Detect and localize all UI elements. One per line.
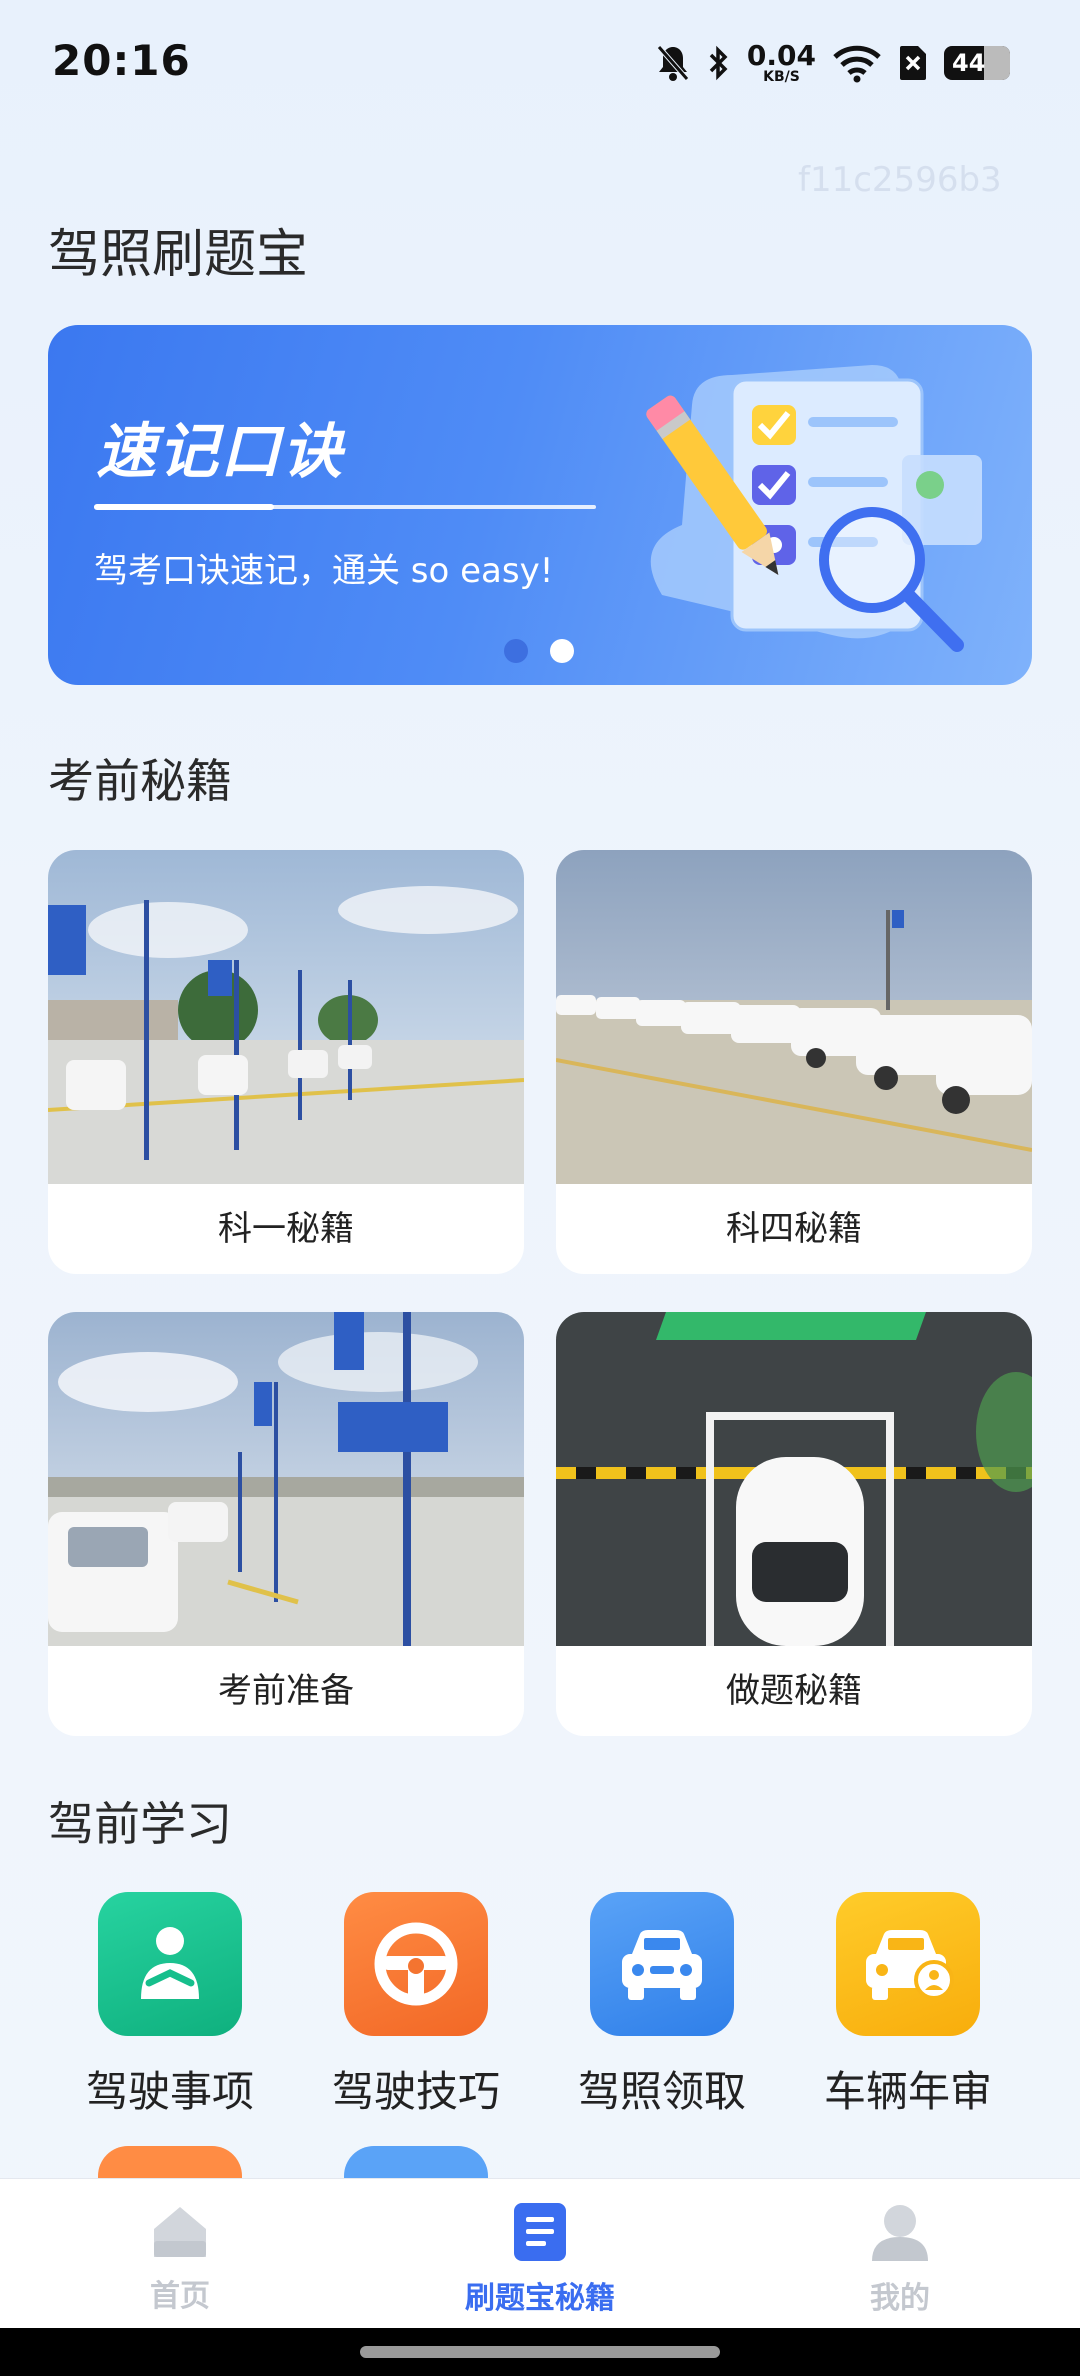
car-inspection-icon <box>836 1892 980 2036</box>
nav-label: 首页 <box>150 2279 210 2314</box>
parking-space-car-photo <box>556 1312 1032 1646</box>
section-title-exam-secrets: 考前秘籍 <box>48 754 232 808</box>
mute-bell-icon <box>655 41 691 85</box>
net-speed-value: 0.04 <box>746 39 816 72</box>
card-quiz-tips[interactable]: 做题秘籍 <box>556 1312 1032 1736</box>
section-title-pre-drive: 驾前学习 <box>48 1797 232 1851</box>
car-front-icon <box>590 1892 734 2036</box>
item-driving-skills[interactable]: 驾驶技巧 <box>296 1892 516 2132</box>
card-label: 做题秘籍 <box>726 1671 862 1711</box>
nav-label: 我的 <box>870 2281 930 2316</box>
banner-title: 速记口诀 <box>96 417 344 487</box>
banner-dot-2[interactable] <box>550 639 574 663</box>
item-label: 驾驶事项 <box>85 2067 254 2116</box>
home-icon <box>154 2207 206 2257</box>
card-label: 考前准备 <box>218 1671 354 1711</box>
card-subject-one[interactable]: 科一秘籍 <box>48 850 524 1274</box>
banner-subtitle: 驾考口诀速记，通关 so easy! <box>94 551 554 591</box>
steering-wheel-icon <box>344 1892 488 2036</box>
page-title: 驾照刷题宝 <box>48 225 309 285</box>
item-driving-notes[interactable]: 驾驶事项 <box>50 1892 270 2132</box>
net-speed: 0.04 KB/S <box>747 41 816 85</box>
item-label: 驾照领取 <box>577 2067 746 2116</box>
document-list-icon <box>514 2203 566 2261</box>
item-license-pickup[interactable]: 驾照领取 <box>542 1892 762 2132</box>
parked-training-cars-photo <box>556 850 1032 1184</box>
banner-pagination <box>504 639 574 663</box>
banner-divider <box>94 504 596 510</box>
status-bar: 20:16 0.04 KB/S 44 <box>0 0 1080 126</box>
nav-home[interactable]: 首页 <box>60 2201 300 2315</box>
battery-level: 44 <box>952 49 986 77</box>
bottom-navigation: 首页 刷题宝秘籍 我的 <box>0 2178 1080 2328</box>
item-annual-inspection[interactable]: 车辆年审 <box>788 1892 1008 2132</box>
checklist-magnifier-illustration <box>646 365 982 652</box>
driving-test-yard-photo <box>48 850 524 1184</box>
net-speed-unit: KB/S <box>763 69 800 85</box>
bluetooth-icon <box>707 41 731 85</box>
item-label: 驾驶技巧 <box>331 2067 500 2116</box>
card-exam-prep[interactable]: 考前准备 <box>48 1312 524 1736</box>
system-gesture-area <box>0 2328 1080 2376</box>
nav-profile[interactable]: 我的 <box>780 2201 1020 2317</box>
card-subject-four[interactable]: 科四秘籍 <box>556 850 1032 1274</box>
status-icons: 0.04 KB/S 44 <box>655 38 1010 88</box>
card-label: 科一秘籍 <box>218 1209 354 1249</box>
home-gesture-bar[interactable] <box>360 2346 720 2358</box>
battery-icon: 44 <box>944 46 1010 80</box>
banner-dot-1[interactable] <box>504 639 528 663</box>
driver-seated-icon <box>98 1892 242 2036</box>
sim-blocked-icon <box>898 41 928 85</box>
item-label: 车辆年审 <box>823 2067 992 2116</box>
profile-icon <box>872 2205 928 2261</box>
test-route-sign-photo <box>48 1312 524 1646</box>
nav-label: 刷题宝秘籍 <box>465 2281 615 2316</box>
wifi-icon <box>832 41 882 85</box>
card-label: 科四秘籍 <box>726 1209 862 1249</box>
watermark: f11c2596b3 <box>798 160 1002 200</box>
promo-banner[interactable]: 速记口诀 驾考口诀速记，通关 so easy! <box>48 325 1032 685</box>
nav-question-bank[interactable]: 刷题宝秘籍 <box>420 2201 660 2317</box>
status-time: 20:16 <box>52 36 191 85</box>
